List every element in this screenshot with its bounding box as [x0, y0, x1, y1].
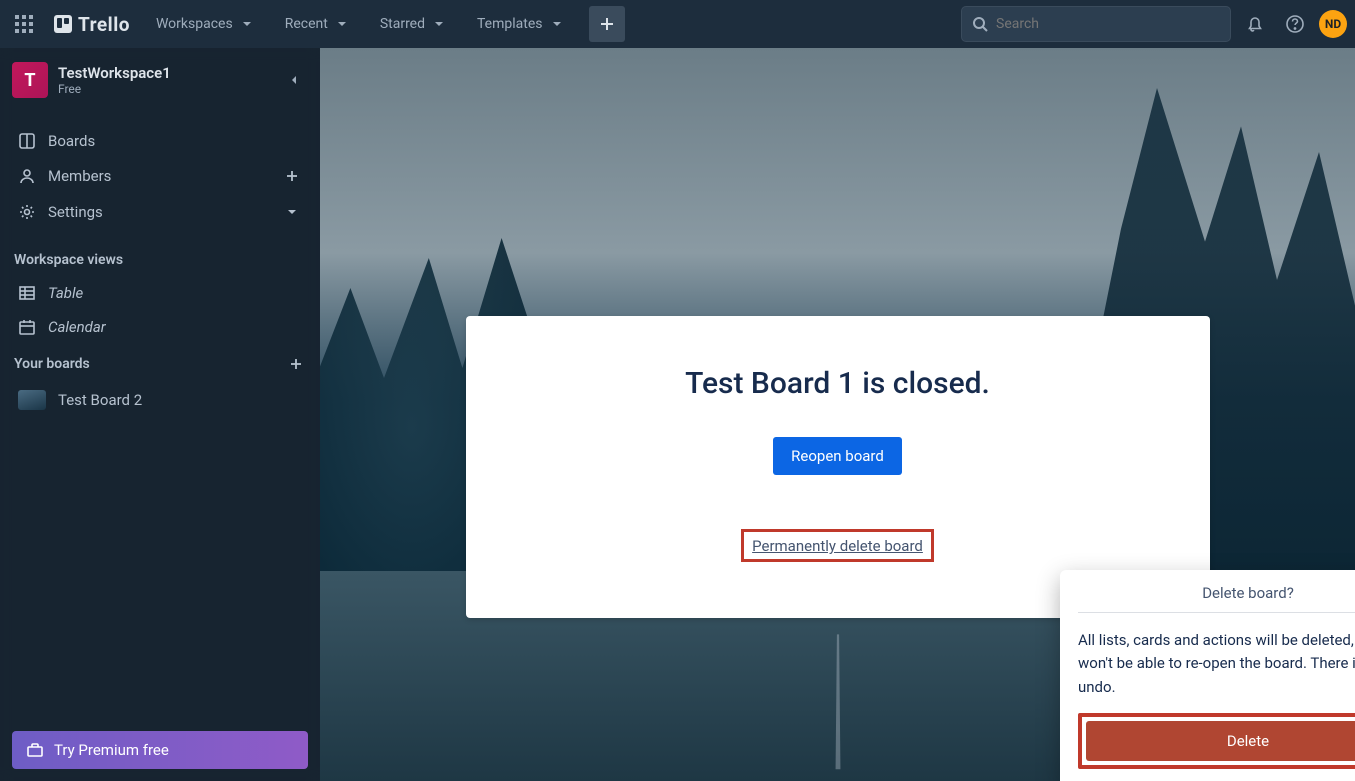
- plus-icon: [288, 356, 304, 372]
- delete-button-highlight: Delete: [1078, 713, 1355, 769]
- board-canvas: Test Board 1 is closed. Reopen board Per…: [320, 48, 1355, 781]
- premium-button[interactable]: Try Premium free: [12, 731, 308, 769]
- help-icon: [1285, 14, 1305, 34]
- delete-board-popover: Delete board? All lists, cards and actio…: [1060, 570, 1355, 781]
- sidebar-item-label: Test Board 2: [58, 391, 142, 409]
- popover-body-text: All lists, cards and actions will be del…: [1078, 613, 1355, 713]
- settings-expand[interactable]: [282, 202, 302, 222]
- workspace-views-title: Workspace views: [0, 242, 320, 276]
- nav-templates[interactable]: Templates: [465, 10, 577, 38]
- sidebar-item-label: Settings: [48, 203, 270, 221]
- apps-menu-icon[interactable]: [8, 8, 40, 40]
- delete-confirm-button[interactable]: Delete: [1086, 721, 1355, 761]
- reopen-board-button[interactable]: Reopen board: [773, 437, 902, 475]
- workspace-name: TestWorkspace1: [58, 64, 270, 82]
- nav-label: Templates: [477, 16, 543, 32]
- global-header: Trello Workspaces Recent Starred Templat…: [0, 0, 1355, 48]
- workspace-plan: Free: [58, 82, 270, 96]
- board-thumbnail: [18, 390, 46, 410]
- chevron-down-icon: [239, 16, 255, 32]
- nav-recent[interactable]: Recent: [273, 10, 362, 38]
- sidebar-item-label: Calendar: [48, 318, 106, 336]
- permanently-delete-link[interactable]: Permanently delete board: [752, 537, 923, 555]
- sidebar-view-table[interactable]: Table: [0, 276, 320, 310]
- create-button[interactable]: [589, 6, 625, 42]
- plus-icon: [598, 15, 616, 33]
- chevron-down-icon: [284, 204, 300, 220]
- your-boards-title: Your boards: [0, 344, 320, 382]
- sidebar-item-label: Members: [48, 167, 270, 185]
- sidebar-view-calendar[interactable]: Calendar: [0, 310, 320, 344]
- gear-icon: [18, 203, 36, 221]
- sidebar-item-members[interactable]: Members: [0, 158, 320, 194]
- popover-title: Delete board?: [1202, 584, 1294, 602]
- chevron-left-icon: [286, 72, 302, 88]
- main: T TestWorkspace1 Free Boards Members: [0, 48, 1355, 781]
- chevron-down-icon: [549, 16, 565, 32]
- premium-label: Try Premium free: [54, 741, 169, 759]
- briefcase-icon: [26, 741, 44, 759]
- workspace-header: T TestWorkspace1 Free: [0, 48, 320, 112]
- sidebar-item-boards[interactable]: Boards: [0, 124, 320, 158]
- chevron-down-icon: [334, 16, 350, 32]
- search-input[interactable]: [996, 16, 1220, 32]
- avatar[interactable]: ND: [1319, 10, 1347, 38]
- sidebar-item-label: Table: [48, 284, 83, 302]
- sidebar-item-label: Boards: [48, 132, 95, 150]
- calendar-icon: [18, 318, 36, 336]
- search-icon: [972, 16, 988, 32]
- sidebar-item-settings[interactable]: Settings: [0, 194, 320, 230]
- trello-logo-icon: [54, 15, 72, 33]
- bell-icon: [1245, 14, 1265, 34]
- add-board-button[interactable]: [286, 354, 306, 374]
- help-button[interactable]: [1279, 8, 1311, 40]
- members-icon: [18, 167, 36, 185]
- board-icon: [18, 132, 36, 150]
- chevron-down-icon: [431, 16, 447, 32]
- table-icon: [18, 284, 36, 302]
- sidebar-collapse-button[interactable]: [280, 66, 308, 94]
- nav-label: Recent: [285, 16, 328, 32]
- nav-workspaces[interactable]: Workspaces: [144, 10, 267, 38]
- notifications-button[interactable]: [1239, 8, 1271, 40]
- trello-logo-text: Trello: [78, 13, 130, 36]
- closed-board-title: Test Board 1 is closed.: [506, 366, 1170, 401]
- search-box[interactable]: [961, 6, 1231, 42]
- workspace-icon: T: [12, 62, 48, 98]
- sidebar-board-item[interactable]: Test Board 2: [0, 382, 320, 418]
- nav-starred[interactable]: Starred: [368, 10, 459, 38]
- nav-label: Workspaces: [156, 16, 233, 32]
- add-member-button[interactable]: [282, 166, 302, 186]
- nav-label: Starred: [380, 16, 425, 32]
- sidebar: T TestWorkspace1 Free Boards Members: [0, 48, 320, 781]
- permanently-delete-highlight: Permanently delete board: [741, 529, 934, 562]
- plus-icon: [284, 168, 300, 184]
- trello-logo[interactable]: Trello: [46, 13, 138, 36]
